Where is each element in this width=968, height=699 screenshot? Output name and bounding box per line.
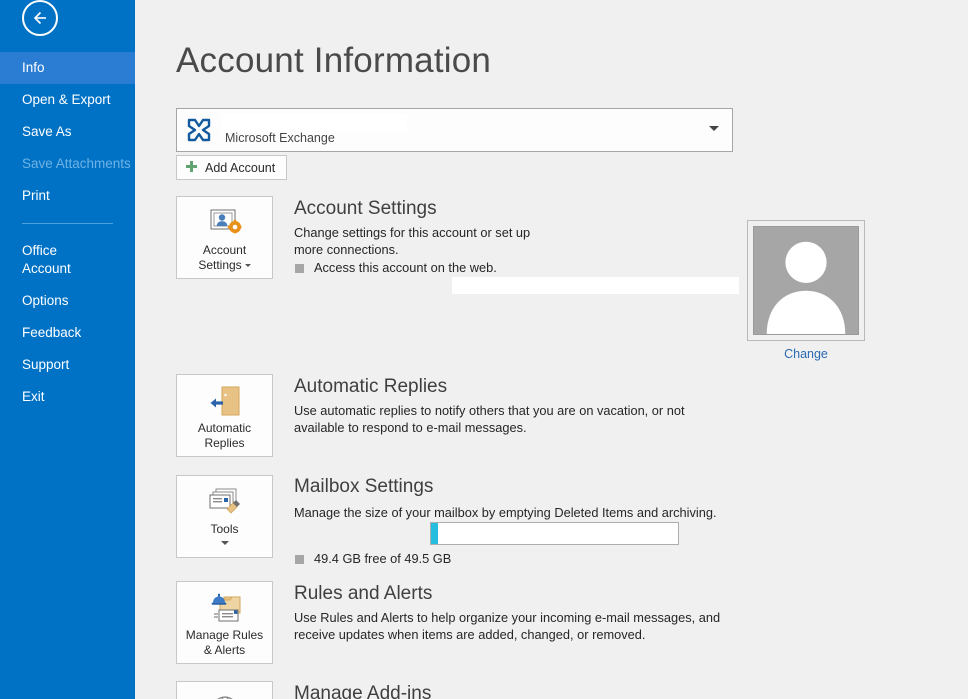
- page-title: Account Information: [176, 41, 491, 81]
- mailbox-cleanup-tools-icon: [206, 484, 244, 522]
- account-information-pane: Account Information Microsoft Exchange A…: [135, 0, 968, 699]
- automatic-replies-description: Use automatic replies to notify others t…: [294, 402, 730, 436]
- manage-rules-and-alerts-button[interactable]: Manage Rules & Alerts: [176, 581, 273, 664]
- access-on-web-bullet[interactable]: Access this account on the web.: [295, 260, 497, 275]
- mailbox-tools-button-label: Tools: [208, 522, 240, 537]
- change-photo-link[interactable]: Change: [747, 347, 865, 361]
- sidebar-item-support[interactable]: Support: [0, 349, 135, 381]
- sidebar-item-label: Feedback: [22, 325, 81, 340]
- account-photo[interactable]: Change: [747, 220, 865, 361]
- automatic-replies-button[interactable]: Automatic Replies: [176, 374, 273, 457]
- add-account-button[interactable]: Add Account: [176, 155, 287, 180]
- automatic-replies-heading: Automatic Replies: [294, 376, 447, 398]
- sidebar-divider: [22, 223, 113, 224]
- account-type-label: Microsoft Exchange: [225, 131, 335, 145]
- sidebar-item-print[interactable]: Print: [0, 180, 135, 212]
- mailbox-tools-button[interactable]: Tools: [176, 475, 273, 558]
- manage-addins-globe-icon: [208, 690, 242, 699]
- sidebar-item-open-and-export[interactable]: Open & Export: [0, 84, 135, 116]
- rules-and-alerts-heading: Rules and Alerts: [294, 583, 432, 605]
- chevron-down-icon[interactable]: [709, 126, 719, 131]
- backstage-sidebar: Info Open & Export Save As Save Attachme…: [0, 0, 135, 699]
- sidebar-item-label: Save As: [22, 124, 72, 139]
- sidebar-item-feedback[interactable]: Feedback: [0, 317, 135, 349]
- access-on-web-label: Access this account on the web.: [314, 260, 497, 275]
- label-line-1: Account: [203, 243, 246, 257]
- chevron-down-icon[interactable]: [245, 264, 251, 267]
- mailbox-storage-progress-fill: [431, 523, 438, 544]
- sidebar-item-options[interactable]: Options: [0, 285, 135, 317]
- square-bullet-icon: [295, 264, 304, 273]
- label-line-1: Manage Rules: [186, 628, 263, 642]
- account-settings-heading: Account Settings: [294, 198, 437, 220]
- sidebar-item-office-account[interactable]: Office Account: [0, 235, 135, 285]
- automatic-replies-button-label: Automatic Replies: [196, 421, 253, 451]
- account-selector-dropdown[interactable]: Microsoft Exchange: [176, 108, 733, 152]
- label-line-1: Automatic: [198, 421, 251, 435]
- account-settings-description: Change settings for this account or set …: [294, 224, 562, 258]
- web-address-redacted: [452, 277, 739, 294]
- user-avatar-placeholder-icon: [753, 226, 859, 335]
- manage-addins-heading: Manage Add-ins: [294, 683, 431, 699]
- account-settings-button-label: Account Settings: [196, 243, 252, 273]
- sidebar-item-label: Info: [22, 60, 45, 75]
- manage-rules-button-label: Manage Rules & Alerts: [184, 628, 265, 658]
- rules-and-alerts-description: Use Rules and Alerts to help organize yo…: [294, 609, 734, 643]
- sidebar-item-info[interactable]: Info: [0, 52, 135, 84]
- label-line-2: Settings: [198, 258, 241, 272]
- plus-icon: [185, 160, 198, 176]
- microsoft-exchange-logo-icon: [186, 117, 212, 148]
- label-line-2: Replies: [204, 436, 244, 450]
- square-bullet-icon: [295, 555, 304, 564]
- backstage-view: Info Open & Export Save As Save Attachme…: [0, 0, 968, 699]
- rules-and-alerts-icon: [206, 590, 244, 628]
- sidebar-item-label: Save Attachments: [22, 156, 131, 171]
- sidebar-item-label: Options: [22, 293, 69, 308]
- mailbox-storage-progressbar: [430, 522, 679, 545]
- automatic-replies-door-icon: [207, 383, 243, 421]
- add-account-label: Add Account: [205, 161, 275, 175]
- back-arrow-icon[interactable]: [22, 0, 58, 36]
- manage-addins-button[interactable]: [176, 681, 273, 699]
- account-email-redacted: [221, 114, 407, 131]
- sidebar-item-label: Print: [22, 188, 50, 203]
- sidebar-item-exit[interactable]: Exit: [0, 381, 135, 413]
- sidebar-item-label: Office Account: [22, 242, 88, 278]
- chevron-down-icon[interactable]: [221, 541, 229, 545]
- account-settings-icon: [208, 205, 242, 243]
- mailbox-settings-heading: Mailbox Settings: [294, 476, 433, 498]
- mailbox-storage-label: 49.4 GB free of 49.5 GB: [314, 551, 451, 566]
- sidebar-item-label: Open & Export: [22, 92, 111, 107]
- sidebar-item-save-as[interactable]: Save As: [0, 116, 135, 148]
- account-photo-frame: [747, 220, 865, 341]
- sidebar-item-label: Support: [22, 357, 69, 372]
- mailbox-settings-description: Manage the size of your mailbox by empty…: [294, 504, 754, 521]
- sidebar-item-save-attachments: Save Attachments: [0, 148, 135, 180]
- back-arrow-glyph: [31, 9, 49, 27]
- sidebar-nav-list: Info Open & Export Save As Save Attachme…: [0, 52, 135, 413]
- mailbox-storage-row: 49.4 GB free of 49.5 GB: [295, 551, 451, 566]
- account-settings-button[interactable]: Account Settings: [176, 196, 273, 279]
- sidebar-item-label: Exit: [22, 389, 45, 404]
- label-line-2: & Alerts: [204, 643, 245, 657]
